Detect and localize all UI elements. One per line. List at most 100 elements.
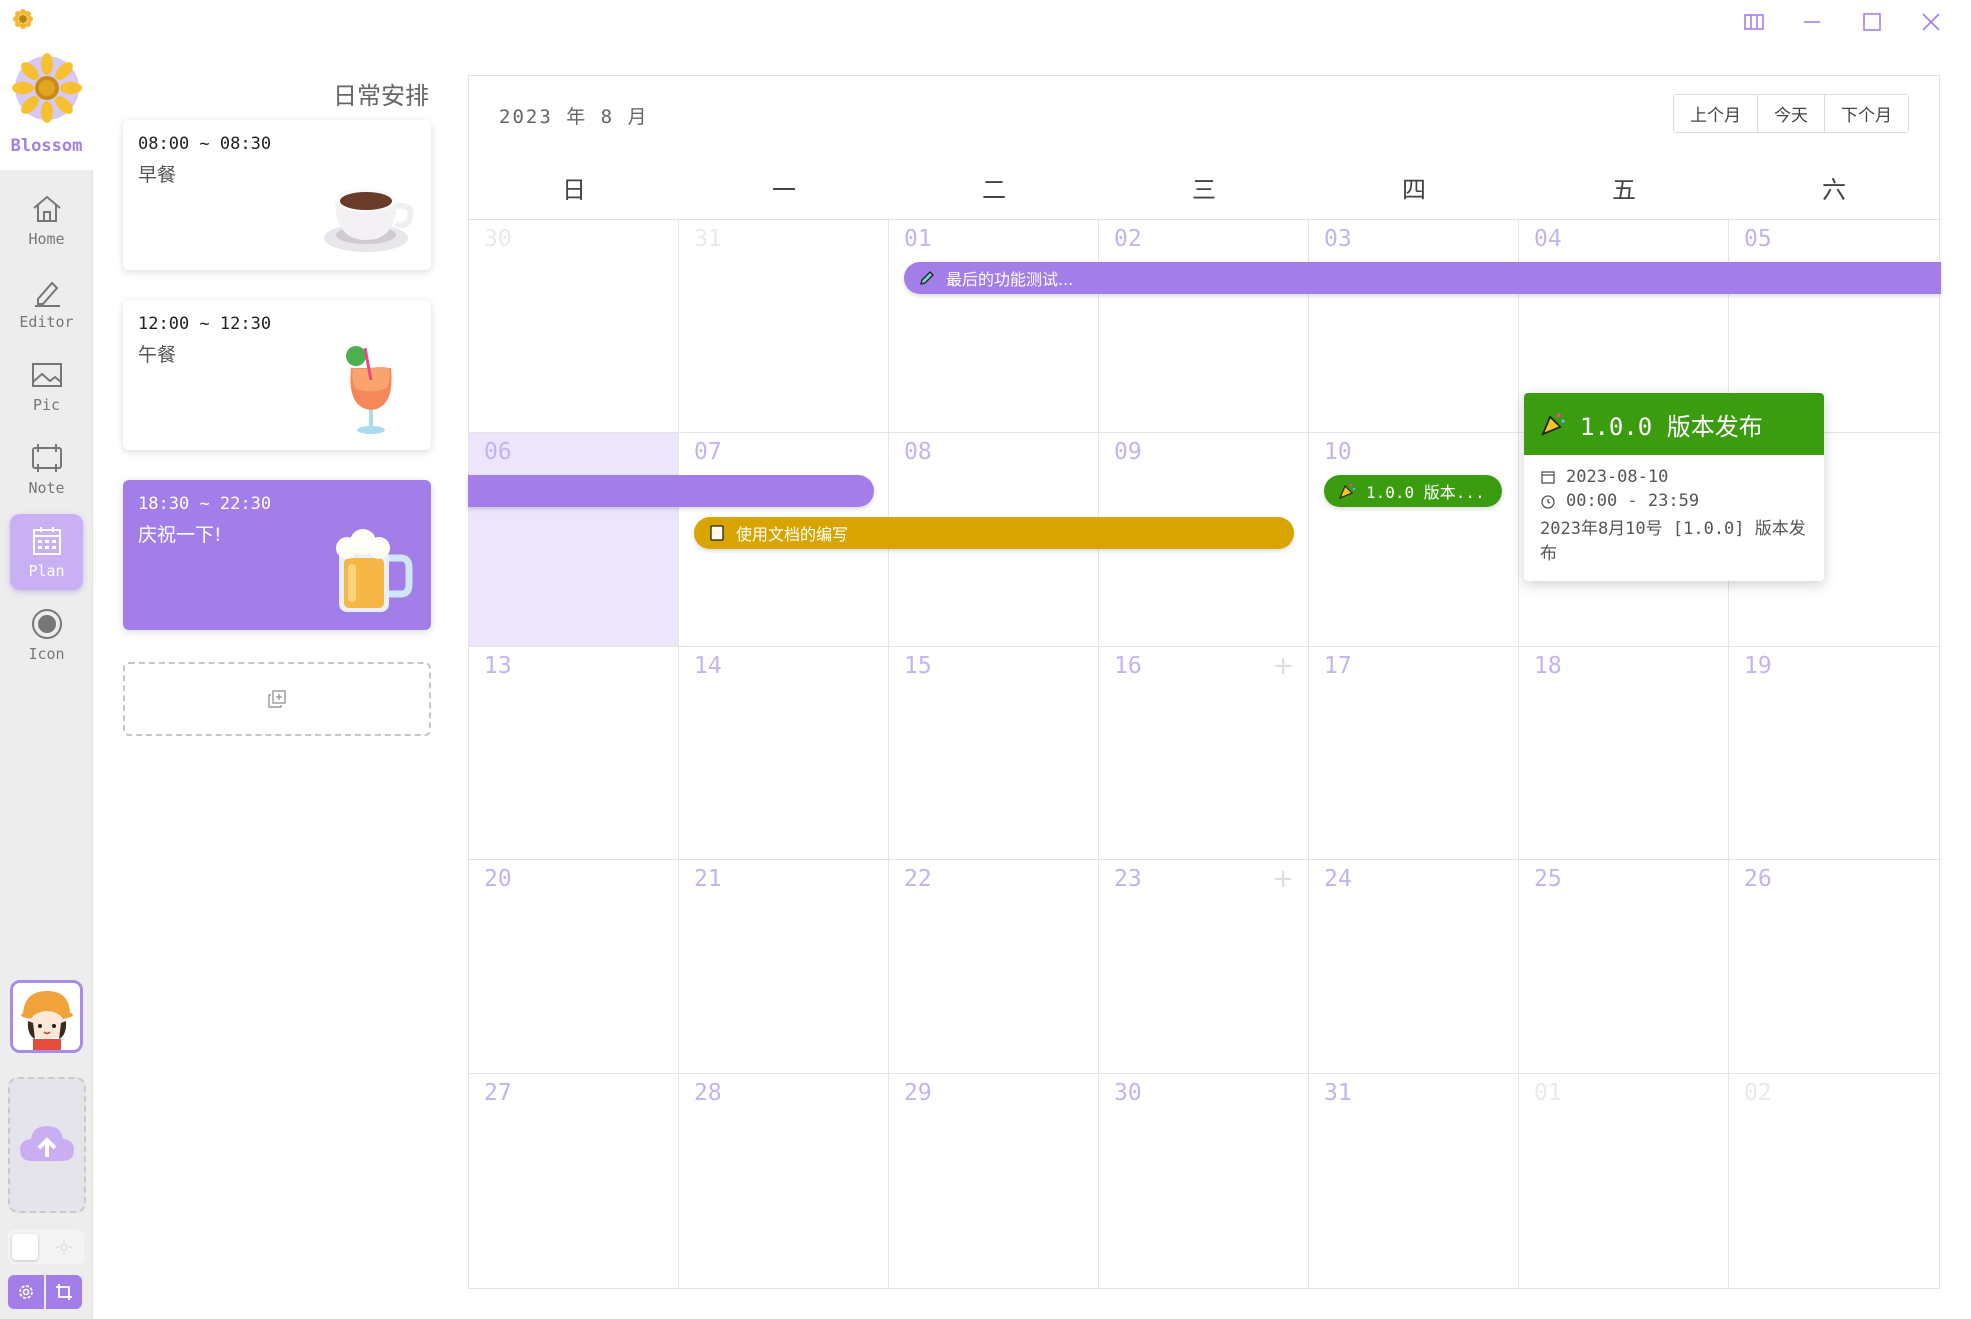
maximize-icon[interactable] (1856, 8, 1888, 36)
day-cell[interactable]: 16 + (1099, 647, 1309, 860)
weekday-thu: 四 (1402, 176, 1426, 204)
day-cell[interactable]: 13 (469, 647, 679, 860)
popover-description: 2023年8月10号 [1.0.0] 版本发布 (1540, 519, 1806, 564)
event-release[interactable]: 1.0.0 版本... (1324, 475, 1502, 507)
cloud-upload-icon (20, 1126, 74, 1161)
close-icon[interactable] (1915, 8, 1947, 36)
cocktail-icon (346, 346, 392, 434)
weekday-sun: 日 (562, 176, 586, 204)
minimize-icon[interactable] (1796, 8, 1828, 36)
schedule-card-breakfast[interactable]: 08:00 ~ 08:30 早餐 (123, 120, 431, 270)
event-title: 1.0.0 版本... (1366, 483, 1485, 502)
weekday-sat: 六 (1822, 176, 1846, 204)
day-cell[interactable]: 29 (889, 1074, 1099, 1288)
day-cell[interactable]: 21 (679, 860, 889, 1074)
day-number: 30 (484, 226, 512, 252)
home-icon (32, 195, 61, 222)
avatar[interactable] (10, 980, 83, 1053)
day-cell[interactable]: 20 (469, 860, 679, 1074)
popover-date: 2023-08-10 (1566, 467, 1669, 487)
calendar-nav: 上个月 今天 下个月 (1673, 94, 1909, 133)
day-number: 15 (904, 653, 932, 679)
day-cell[interactable]: 15 (889, 647, 1099, 860)
day-cell[interactable]: 02 (1729, 1074, 1941, 1288)
day-number: 22 (904, 866, 932, 892)
nav-home[interactable]: Home (10, 182, 83, 258)
settings-button[interactable] (8, 1275, 44, 1309)
day-cell[interactable]: 27 (469, 1074, 679, 1288)
calendar-icon (32, 527, 61, 555)
schedule-time: 18:30 ~ 22:30 (138, 494, 272, 514)
nav-home-label: Home (28, 230, 65, 248)
add-schedule-button[interactable] (123, 662, 431, 736)
calendar-icon (1541, 471, 1555, 484)
pencil-icon (920, 271, 934, 285)
day-number: 13 (484, 653, 512, 679)
day-number: 07 (694, 439, 722, 465)
day-number: 24 (1324, 866, 1352, 892)
theme-toggle[interactable] (8, 1230, 84, 1264)
day-cell[interactable]: 25 (1519, 860, 1729, 1074)
day-cell[interactable]: 17 (1309, 647, 1519, 860)
nav-pic[interactable]: Pic (10, 348, 83, 424)
weekday-tue: 二 (982, 176, 1006, 204)
day-cell[interactable]: 28 (679, 1074, 889, 1288)
app-logo-icon (12, 8, 34, 30)
day-cell-today[interactable]: 06 (469, 433, 679, 647)
nav-note[interactable]: Note (10, 431, 83, 507)
coffee-cup-icon (324, 188, 414, 252)
day-number: 23 (1114, 866, 1142, 892)
day-cell[interactable]: 22 (889, 860, 1099, 1074)
day-cell[interactable]: 31 (679, 220, 889, 433)
add-event-plus-icon[interactable]: + (1272, 651, 1294, 681)
columns-icon[interactable] (1738, 8, 1770, 36)
nav-plan[interactable]: Plan (10, 514, 83, 590)
day-number: 19 (1744, 653, 1772, 679)
nav-icon[interactable]: Icon (10, 597, 83, 673)
day-cell[interactable]: 02 (1099, 220, 1309, 433)
circle-icon (31, 609, 62, 639)
crop-icon (56, 1284, 72, 1300)
day-number: 27 (484, 1080, 512, 1106)
day-number: 31 (1324, 1080, 1352, 1106)
popover-time-row: 00:00 - 23:59 (1524, 487, 1824, 511)
day-cell[interactable]: 23 + (1099, 860, 1309, 1074)
today-button[interactable]: 今天 (1758, 95, 1825, 132)
nav-editor[interactable]: Editor (10, 265, 83, 341)
event-function-test[interactable]: 最后的功能测试... (904, 262, 1941, 294)
day-number: 08 (904, 439, 932, 465)
event-function-test-continued[interactable] (468, 475, 874, 507)
day-cell[interactable]: 30 (1099, 1074, 1309, 1288)
day-number: 03 (1324, 226, 1352, 252)
day-number: 14 (694, 653, 722, 679)
day-cell[interactable]: 24 (1309, 860, 1519, 1074)
day-cell[interactable]: 01 (889, 220, 1099, 433)
day-cell[interactable]: 10 (1309, 433, 1519, 647)
schedule-card-celebrate[interactable]: 18:30 ~ 22:30 庆祝一下! (123, 480, 431, 630)
popover-title: 1.0.0 版本发布 (1580, 412, 1763, 441)
theme-toggle-knob (12, 1234, 38, 1260)
schedule-card-lunch[interactable]: 12:00 ~ 12:30 午餐 (123, 300, 431, 450)
day-number: 06 (484, 439, 512, 465)
day-cell[interactable]: 14 (679, 647, 889, 860)
day-cell[interactable]: 19 (1729, 647, 1941, 860)
crop-button[interactable] (46, 1275, 82, 1309)
day-cell[interactable]: 03 (1309, 220, 1519, 433)
day-number: 31 (694, 226, 722, 252)
day-cell[interactable]: 31 (1309, 1074, 1519, 1288)
day-number: 21 (694, 866, 722, 892)
day-number: 17 (1324, 653, 1352, 679)
day-cell[interactable]: 26 (1729, 860, 1941, 1074)
schedule-name: 庆祝一下! (138, 524, 222, 546)
next-month-button[interactable]: 下个月 (1825, 95, 1908, 132)
day-cell[interactable]: 18 (1519, 647, 1729, 860)
day-cell[interactable]: 01 (1519, 1074, 1729, 1288)
day-cell[interactable]: 30 (469, 220, 679, 433)
prev-month-button[interactable]: 上个月 (1674, 95, 1758, 132)
upload-button[interactable] (8, 1077, 86, 1213)
day-number: 16 (1114, 653, 1142, 679)
party-popper-icon (1338, 483, 1356, 500)
add-event-plus-icon[interactable]: + (1272, 864, 1294, 894)
event-doc-writing[interactable]: 使用文档的编写 (694, 517, 1294, 549)
day-number: 18 (1534, 653, 1562, 679)
